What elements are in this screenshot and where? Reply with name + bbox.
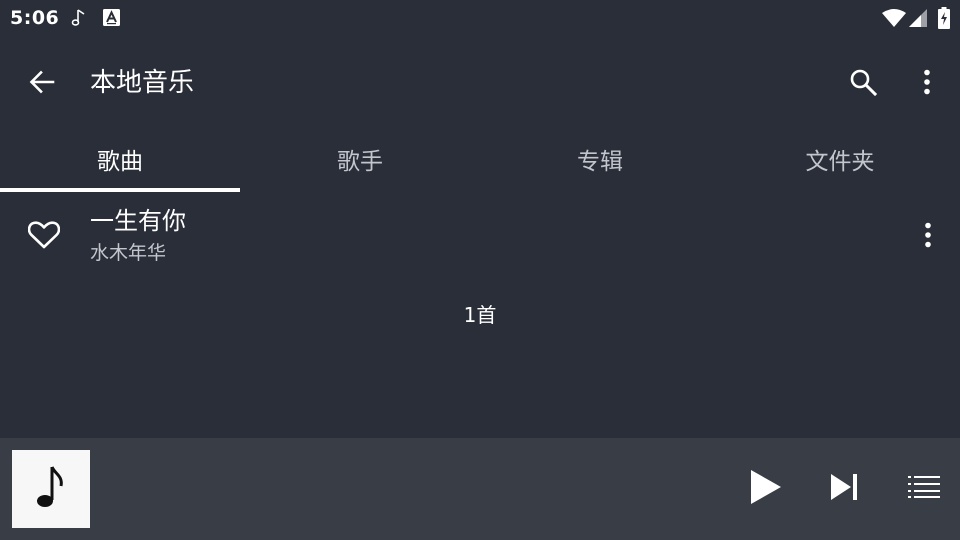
tab-folders[interactable]: 文件夹 [720, 134, 960, 192]
play-icon [749, 469, 783, 509]
song-list-item[interactable]: 一生有你 水木年华 [0, 200, 960, 274]
more-options-button[interactable] [903, 60, 951, 108]
arrow-back-icon [29, 69, 55, 99]
music-note-icon [34, 464, 68, 514]
tab-indicator [0, 188, 240, 192]
song-artist: 水木年华 [90, 242, 167, 264]
more-vert-icon [923, 69, 931, 99]
next-button[interactable] [816, 461, 872, 517]
back-button[interactable] [18, 60, 66, 108]
status-bar: 5:06 [0, 0, 960, 36]
tab-songs[interactable]: 歌曲 [0, 134, 240, 192]
playlist-button[interactable] [896, 461, 952, 517]
page-title: 本地音乐 [90, 68, 195, 98]
signal-icon [909, 9, 927, 31]
tab-albums[interactable]: 专辑 [480, 134, 720, 192]
search-button[interactable] [839, 60, 887, 108]
playlist-icon [908, 475, 940, 503]
tab-bar: 歌曲 歌手 专辑 文件夹 [0, 134, 960, 192]
tab-artists[interactable]: 歌手 [240, 134, 480, 192]
app-toolbar: 本地音乐 [0, 48, 960, 120]
status-time: 5:06 [10, 7, 60, 29]
music-note-icon [70, 8, 88, 32]
favorite-button[interactable] [20, 213, 68, 261]
song-count: 1首 [463, 303, 497, 327]
search-icon [849, 68, 878, 100]
play-button[interactable] [738, 461, 794, 517]
wifi-icon [882, 9, 906, 31]
heart-outline-icon [27, 221, 61, 253]
more-vert-icon [924, 222, 932, 252]
song-more-button[interactable] [904, 213, 952, 261]
music-app-screen: 5:06 本地音乐 歌曲 歌手 专辑 文件夹 一生有你 水木年华 1首 [0, 0, 960, 540]
mini-player [0, 438, 960, 540]
song-title: 一生有你 [90, 207, 186, 235]
font-app-icon [103, 9, 120, 30]
battery-charging-icon [938, 7, 950, 33]
album-art[interactable] [12, 450, 90, 528]
skip-next-icon [830, 473, 858, 505]
